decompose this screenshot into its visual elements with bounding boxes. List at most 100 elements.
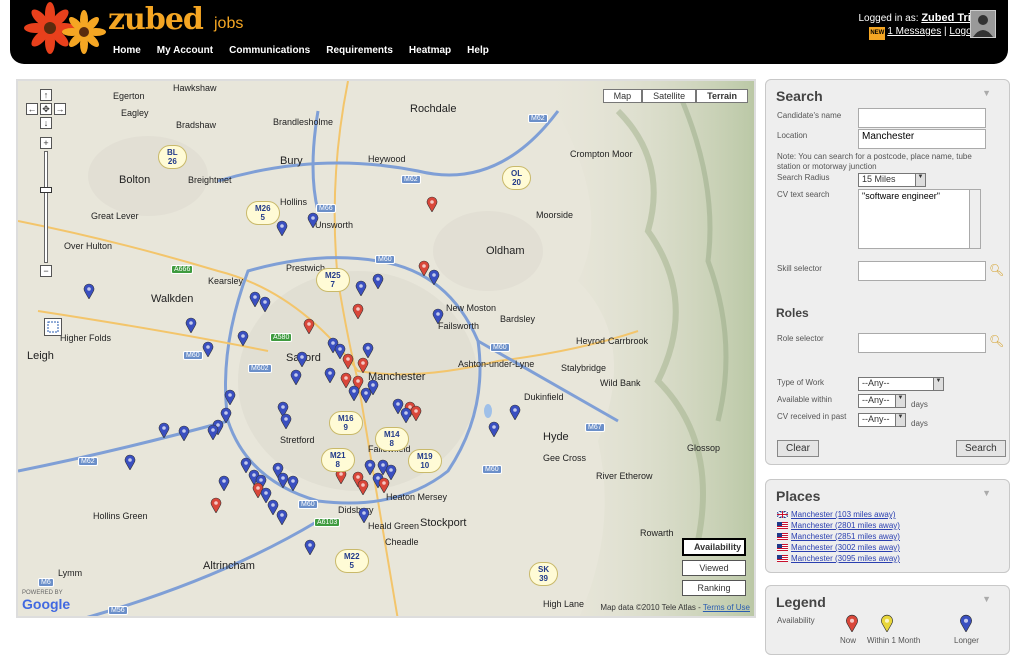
candidate-pin-icon[interactable] (342, 353, 354, 369)
role-selector-input[interactable] (858, 333, 986, 353)
map-type-map[interactable]: Map (602, 89, 643, 103)
textarea-scrollbar[interactable] (969, 190, 980, 248)
collapse-arrow-icon[interactable]: ▼ (982, 594, 991, 604)
postcode-cluster[interactable]: M19 10 (408, 449, 442, 473)
postcode-cluster[interactable]: BL 26 (158, 145, 187, 169)
drag-zoom-icon[interactable] (44, 318, 62, 336)
candidate-pin-icon[interactable] (488, 421, 500, 437)
candidate-pin-icon[interactable] (352, 303, 364, 319)
candidate-pin-icon[interactable] (210, 497, 222, 513)
logo-text[interactable]: zubed (108, 2, 204, 37)
candidate-pin-icon[interactable] (432, 308, 444, 324)
clear-button[interactable]: Clear (777, 440, 819, 457)
location-input[interactable]: Manchester (858, 129, 986, 149)
cv-received-select[interactable]: --Any-- ▼ (858, 413, 906, 427)
candidate-pin-icon[interactable] (296, 351, 308, 367)
nav-home[interactable]: Home (105, 45, 149, 56)
candidate-pin-icon[interactable] (357, 357, 369, 373)
candidate-pin-icon[interactable] (218, 475, 230, 491)
map-type-terrain[interactable]: Terrain (696, 89, 748, 103)
postcode-cluster[interactable]: M16 9 (329, 411, 363, 435)
collapse-arrow-icon[interactable]: ▼ (982, 488, 991, 498)
available-within-select[interactable]: --Any-- ▼ (858, 394, 906, 408)
zoom-slider-handle[interactable] (40, 187, 52, 193)
candidate-pin-icon[interactable] (428, 269, 440, 285)
candidate-pin-icon[interactable] (276, 509, 288, 525)
candidate-pin-icon[interactable] (290, 369, 302, 385)
candidate-pin-icon[interactable] (259, 296, 271, 312)
messages-link[interactable]: 1 Messages (887, 26, 941, 37)
nav-communications[interactable]: Communications (221, 45, 318, 56)
candidate-pin-icon[interactable] (237, 330, 249, 346)
road-shield: M60 (482, 465, 502, 474)
candidate-pin-icon[interactable] (348, 385, 360, 401)
postcode-cluster[interactable]: M26 5 (246, 201, 280, 225)
place-result-link[interactable]: Manchester (2851 miles away) (777, 531, 900, 542)
postcode-cluster[interactable]: OL 20 (502, 166, 532, 190)
pan-right-icon[interactable]: → (54, 103, 66, 115)
place-result-link[interactable]: Manchester (3095 miles away) (777, 553, 900, 564)
postcode-cluster[interactable]: M22 5 (335, 549, 369, 573)
candidate-pin-icon[interactable] (355, 280, 367, 296)
candidate-pin-icon[interactable] (224, 389, 236, 405)
candidate-pin-icon[interactable] (358, 507, 370, 523)
candidate-pin-icon[interactable] (400, 407, 412, 423)
candidate-pin-icon[interactable] (124, 454, 136, 470)
collapse-arrow-icon[interactable]: ▼ (982, 88, 991, 98)
candidate-pin-icon[interactable] (304, 539, 316, 555)
candidate-pin-icon[interactable] (303, 318, 315, 334)
zoom-slider-track[interactable] (44, 151, 48, 263)
terms-link[interactable]: Terms of Use (703, 603, 750, 612)
candidate-pin-icon[interactable] (178, 425, 190, 441)
postcode-cluster[interactable]: M14 8 (375, 427, 409, 451)
pin-mode-ranking-button[interactable]: Ranking (682, 580, 746, 596)
pan-center-icon[interactable]: ✥ (40, 103, 52, 115)
nav-my-account[interactable]: My Account (149, 45, 221, 56)
candidate-pin-icon[interactable] (83, 283, 95, 299)
candidate-pin-icon[interactable] (202, 341, 214, 357)
candidate-input[interactable] (858, 108, 986, 128)
place-result-link[interactable]: Manchester (103 miles away) (777, 509, 900, 520)
cluster-code: M22 (344, 552, 360, 561)
place-result-link[interactable]: Manchester (3002 miles away) (777, 542, 900, 553)
candidate-pin-icon[interactable] (360, 387, 372, 403)
search-icon[interactable]: 🔍︎ (989, 334, 1004, 348)
postcode-cluster[interactable]: M21 8 (321, 448, 355, 472)
skill-selector-input[interactable] (858, 261, 986, 281)
candidate-pin-icon[interactable] (158, 422, 170, 438)
nav-heatmap[interactable]: Heatmap (401, 45, 459, 56)
search-button[interactable]: Search (956, 440, 1006, 457)
work-type-select[interactable]: --Any-- ▼ (858, 377, 944, 391)
candidate-pin-icon[interactable] (426, 196, 438, 212)
postcode-cluster[interactable]: SK 39 (529, 562, 559, 586)
avatar[interactable] (970, 10, 996, 38)
map-view[interactable]: Hawkshaw Egerton Rochdale Eagley Bradshaw Bra… (16, 79, 756, 618)
radius-select[interactable]: 15 Miles ▼ (858, 173, 926, 187)
candidate-pin-icon[interactable] (185, 317, 197, 333)
pan-left-icon[interactable]: ← (26, 103, 38, 115)
candidate-pin-icon[interactable] (307, 212, 319, 228)
candidate-pin-icon[interactable] (276, 220, 288, 236)
candidate-pin-icon[interactable] (287, 475, 299, 491)
pan-up-icon[interactable]: ↑ (40, 89, 52, 101)
zoom-out-icon[interactable]: − (40, 265, 52, 277)
candidate-pin-icon[interactable] (509, 404, 521, 420)
pin-mode-availability-button[interactable]: Availability (682, 538, 746, 556)
search-icon[interactable]: 🔍︎ (989, 263, 1004, 277)
nav-help[interactable]: Help (459, 45, 497, 56)
cv-search-textarea[interactable]: "software engineer" (858, 189, 981, 249)
candidate-pin-icon[interactable] (324, 367, 336, 383)
zoom-in-icon[interactable]: + (40, 137, 52, 149)
candidate-pin-icon[interactable] (372, 273, 384, 289)
candidate-pin-icon[interactable] (280, 413, 292, 429)
candidate-pin-icon[interactable] (357, 479, 369, 495)
place-result-link[interactable]: Manchester (2801 miles away) (777, 520, 900, 531)
map-type-satellite[interactable]: Satellite (642, 89, 697, 103)
nav-requirements[interactable]: Requirements (318, 45, 401, 56)
pan-down-icon[interactable]: ↓ (40, 117, 52, 129)
pin-mode-viewed-button[interactable]: Viewed (682, 560, 746, 576)
candidate-pin-icon[interactable] (207, 424, 219, 440)
candidate-pin-icon[interactable] (362, 342, 374, 358)
candidate-pin-icon[interactable] (385, 464, 397, 480)
postcode-cluster[interactable]: M25 7 (316, 268, 350, 292)
